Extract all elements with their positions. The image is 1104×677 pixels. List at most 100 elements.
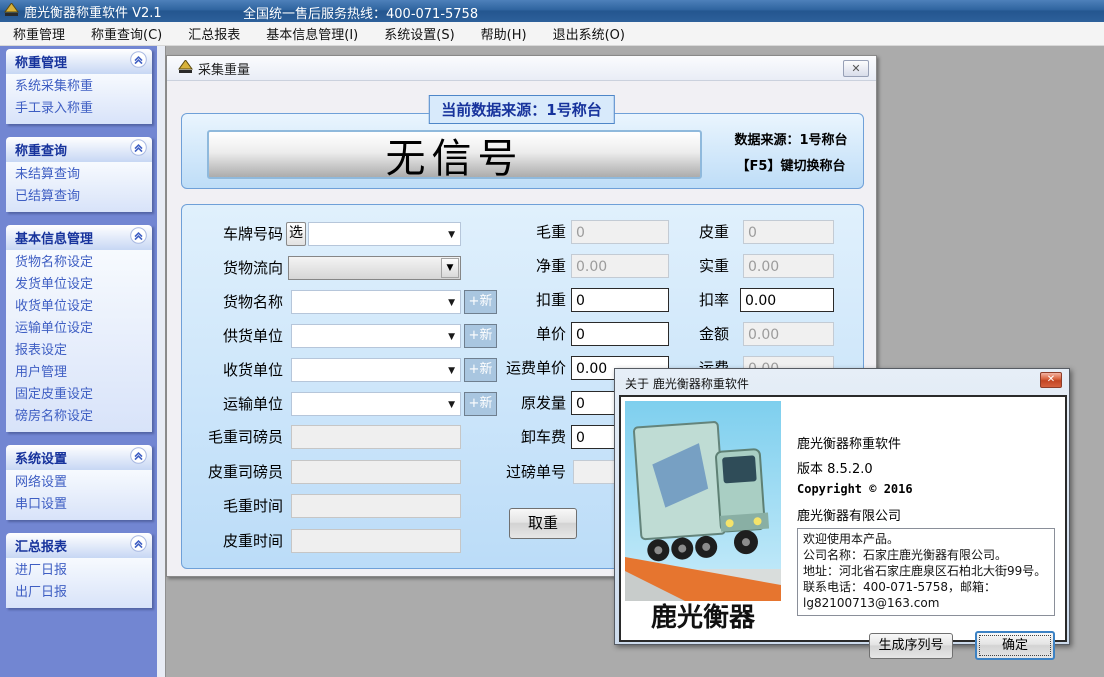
ok-button[interactable]: 确定 bbox=[975, 631, 1055, 660]
group-title: 系统设置 bbox=[15, 448, 67, 467]
sidebar-item-unsettled-query[interactable]: 未结算查询 bbox=[15, 164, 152, 186]
menu-basic-info[interactable]: 基本信息管理(I) bbox=[253, 21, 371, 46]
menu-system-settings[interactable]: 系统设置(S) bbox=[371, 21, 467, 46]
net-label: 净重 bbox=[467, 253, 566, 279]
dropdown-icon: ▼ bbox=[448, 230, 455, 240]
group-body: 网络设置 串口设置 bbox=[6, 470, 152, 520]
hotline-text: 全国统一售后服务热线：400-071-5758 bbox=[243, 3, 478, 22]
menu-weigh-query[interactable]: 称重查询(C) bbox=[78, 21, 175, 46]
sidebar-item-user-mgmt[interactable]: 用户管理 bbox=[15, 362, 152, 384]
sidebar-item-manual-entry[interactable]: 手工录入称重 bbox=[15, 98, 152, 120]
sidebar-item-settled-query[interactable]: 已结算查询 bbox=[15, 186, 152, 208]
sidebar-group-header[interactable]: 称重管理 bbox=[6, 49, 152, 74]
about-dialog: 关于 鹿光衡器称重软件 ✕ bbox=[614, 368, 1070, 645]
supplier-combo[interactable]: ▼ bbox=[291, 324, 461, 348]
receiver-label: 收货单位 bbox=[177, 357, 283, 383]
collapse-icon[interactable] bbox=[130, 447, 147, 468]
tare-label: 皮重 bbox=[634, 219, 729, 245]
sidebar-group-header[interactable]: 基本信息管理 bbox=[6, 225, 152, 250]
sidebar-item-shipper[interactable]: 发货单位设定 bbox=[15, 274, 152, 296]
sidebar-item-inbound-daily[interactable]: 进厂日报 bbox=[15, 560, 152, 582]
menu-weigh-mgmt[interactable]: 称重管理 bbox=[0, 21, 78, 46]
tare-field: 0 bbox=[743, 220, 834, 244]
sidebar: 称重管理 系统采集称重 手工录入称重 称重查询 未结算查询 已结算查询 基本信息… bbox=[0, 46, 157, 677]
gross-label: 毛重 bbox=[467, 219, 566, 245]
ticket-label: 过磅单号 bbox=[467, 459, 566, 485]
sidebar-item-report-setting[interactable]: 报表设定 bbox=[15, 340, 152, 362]
collapse-icon[interactable] bbox=[130, 227, 147, 248]
source-info-text: 数据来源：1号称台 bbox=[720, 129, 862, 148]
flow-combo[interactable]: ▼ bbox=[288, 256, 461, 280]
weight-signal-display: 无信号 bbox=[207, 130, 702, 179]
collapse-icon[interactable] bbox=[130, 139, 147, 160]
sidebar-item-transport[interactable]: 运输单位设定 bbox=[15, 318, 152, 340]
titlebar: 鹿光衡器称重软件 V2.1 全国统一售后服务热线：400-071-5758 bbox=[0, 0, 1104, 22]
sidebar-group-summary-report: 汇总报表 进厂日报 出厂日报 bbox=[6, 533, 152, 608]
plate-combo[interactable]: ▼ bbox=[308, 222, 461, 246]
group-title: 汇总报表 bbox=[15, 536, 67, 555]
plate-label: 车牌号码 bbox=[177, 221, 283, 247]
flow-label: 货物流向 bbox=[177, 255, 283, 281]
app-title: 鹿光衡器称重软件 V2.1 bbox=[24, 2, 162, 21]
sidebar-splitter[interactable] bbox=[157, 46, 166, 677]
plate-select-button[interactable]: 选 bbox=[286, 222, 306, 246]
sidebar-group-header[interactable]: 称重查询 bbox=[6, 137, 152, 162]
sidebar-item-scale-house[interactable]: 磅房名称设定 bbox=[15, 406, 152, 428]
sidebar-item-receiver[interactable]: 收货单位设定 bbox=[15, 296, 152, 318]
sidebar-item-outbound-daily[interactable]: 出厂日报 bbox=[15, 582, 152, 604]
sidebar-item-network-settings[interactable]: 网络设置 bbox=[15, 472, 152, 494]
signal-panel: 无信号 数据来源：1号称台 【F5】键切换称台 bbox=[181, 113, 864, 189]
sidebar-item-cargo-name[interactable]: 货物名称设定 bbox=[15, 252, 152, 274]
group-body: 系统采集称重 手工录入称重 bbox=[6, 74, 152, 124]
about-info-box: 欢迎使用本产品。 公司名称：石家庄鹿光衡器有限公司。 地址：河北省石家庄鹿泉区石… bbox=[797, 528, 1055, 616]
receiver-combo[interactable]: ▼ bbox=[291, 358, 461, 382]
menu-help[interactable]: 帮助(H) bbox=[468, 21, 540, 46]
dropdown-icon: ▼ bbox=[448, 366, 455, 376]
original-label: 原发量 bbox=[467, 390, 566, 416]
menu-exit[interactable]: 退出系统(O) bbox=[540, 21, 638, 46]
sidebar-item-system-collect[interactable]: 系统采集称重 bbox=[15, 76, 152, 98]
sidebar-item-serial-settings[interactable]: 串口设置 bbox=[15, 494, 152, 516]
cargo-combo[interactable]: ▼ bbox=[291, 290, 461, 314]
amount-field: 0.00 bbox=[743, 322, 834, 346]
scale-icon bbox=[178, 60, 193, 77]
group-body: 进厂日报 出厂日报 bbox=[6, 558, 152, 608]
about-version: 版本 8.5.2.0 bbox=[797, 458, 873, 477]
window-close-icon[interactable]: ✕ bbox=[843, 60, 869, 77]
brand-text: 鹿光衡器 bbox=[625, 597, 781, 634]
menu-summary-report[interactable]: 汇总报表 bbox=[175, 21, 253, 46]
group-title: 称重管理 bbox=[15, 52, 67, 71]
freight-price-label: 运费单价 bbox=[467, 355, 566, 381]
dropdown-icon: ▼ bbox=[448, 332, 455, 342]
group-title: 基本信息管理 bbox=[15, 228, 93, 247]
gross-time-field bbox=[291, 494, 461, 518]
generate-serial-button[interactable]: 生成序列号 bbox=[869, 633, 953, 659]
transport-label: 运输单位 bbox=[177, 391, 283, 417]
collapse-icon[interactable] bbox=[130, 535, 147, 556]
group-body: 未结算查询 已结算查询 bbox=[6, 162, 152, 212]
take-weight-button[interactable]: 取重 bbox=[509, 508, 577, 539]
sidebar-group-header[interactable]: 系统设置 bbox=[6, 445, 152, 470]
tare-time-field bbox=[291, 529, 461, 553]
dropdown-icon: ▼ bbox=[448, 298, 455, 308]
collapse-icon[interactable] bbox=[130, 51, 147, 72]
sidebar-group-header[interactable]: 汇总报表 bbox=[6, 533, 152, 558]
rate-field[interactable]: 0.00 bbox=[740, 288, 834, 312]
window-title: 采集重量 bbox=[198, 59, 250, 78]
group-body: 货物名称设定 发货单位设定 收货单位设定 运输单位设定 报表设定 用户管理 固定… bbox=[6, 250, 152, 432]
current-source-banner: 当前数据来源：1号称台 bbox=[428, 95, 614, 124]
sidebar-group-weigh-query: 称重查询 未结算查询 已结算查询 bbox=[6, 137, 152, 212]
transport-combo[interactable]: ▼ bbox=[291, 392, 461, 416]
amount-label: 金额 bbox=[634, 321, 729, 347]
sidebar-item-fixed-tare[interactable]: 固定皮重设定 bbox=[15, 384, 152, 406]
price-label: 单价 bbox=[467, 321, 566, 347]
window-titlebar[interactable]: 采集重量 bbox=[167, 56, 876, 81]
tare-time-label: 皮重时间 bbox=[177, 528, 283, 554]
dropdown-icon: ▼ bbox=[448, 400, 455, 410]
about-copyright: Copyright © 2016 bbox=[797, 482, 913, 496]
truck-image: 鹿光衡器 bbox=[625, 401, 781, 636]
dropdown-icon: ▼ bbox=[441, 258, 459, 278]
dialog-close-icon[interactable]: ✕ bbox=[1040, 372, 1062, 388]
about-company: 鹿光衡器有限公司 bbox=[797, 505, 901, 524]
deduct-label: 扣重 bbox=[467, 287, 566, 313]
